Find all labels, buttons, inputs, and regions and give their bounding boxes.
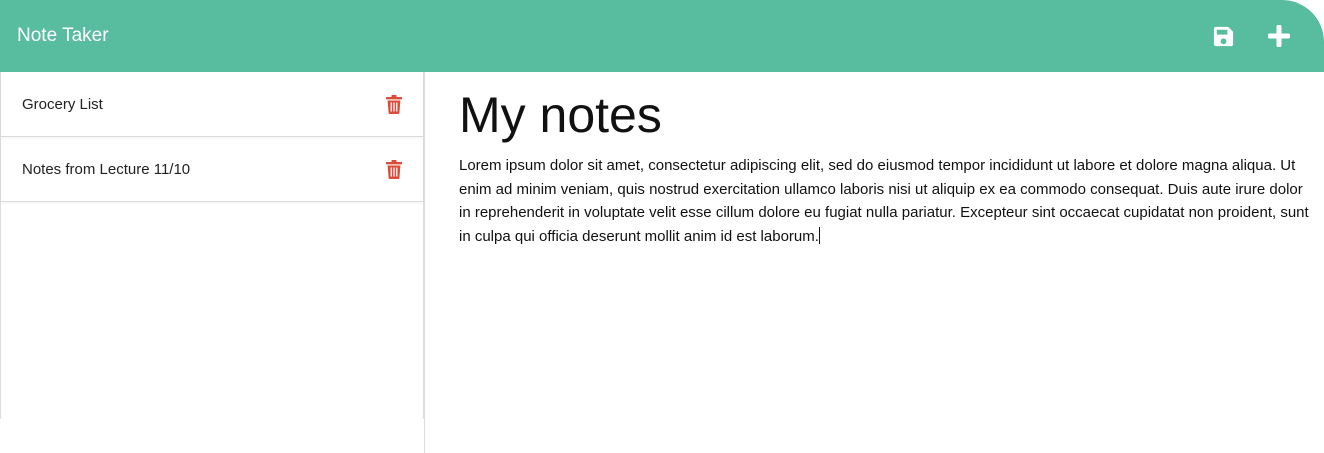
note-taker-app: Note Taker Grocery List Notes from Lectu… bbox=[0, 0, 1324, 453]
note-list-item-grocery-list[interactable]: Grocery List bbox=[1, 72, 423, 137]
note-title-input[interactable]: My notes bbox=[459, 86, 1300, 144]
note-body-textarea[interactable]: Lorem ipsum dolor sit amet, consectetur … bbox=[459, 154, 1309, 248]
trash-icon[interactable] bbox=[385, 159, 403, 179]
save-note-icon[interactable] bbox=[1208, 21, 1238, 51]
note-list-item-notes-from-lecture[interactable]: Notes from Lecture 11/10 bbox=[1, 137, 423, 202]
plus-icon bbox=[1268, 25, 1290, 47]
note-body-text: Lorem ipsum dolor sit amet, consectetur … bbox=[459, 157, 1309, 245]
note-title: Notes from Lecture 11/10 bbox=[22, 160, 191, 178]
trash-icon[interactable] bbox=[385, 94, 403, 114]
note-editor: My notes Lorem ipsum dolor sit amet, con… bbox=[425, 72, 1324, 453]
notes-sidebar: Grocery List Notes from Lecture 11/10 bbox=[0, 72, 424, 419]
new-note-icon[interactable] bbox=[1264, 21, 1294, 51]
brand-title[interactable]: Note Taker bbox=[17, 25, 109, 47]
note-list: Grocery List Notes from Lecture 11/10 bbox=[1, 72, 423, 202]
navbar: Note Taker bbox=[0, 0, 1324, 72]
note-title: Grocery List bbox=[22, 95, 103, 113]
text-cursor bbox=[818, 226, 820, 244]
floppy-disk-icon bbox=[1213, 26, 1233, 46]
